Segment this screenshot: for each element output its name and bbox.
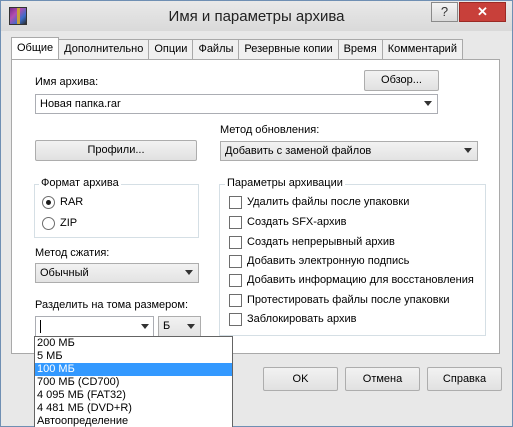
split-option-auto[interactable]: Автоопределение xyxy=(35,415,232,427)
split-option-fat32[interactable]: 4 095 МБ (FAT32) xyxy=(35,389,232,402)
split-volumes-label: Разделить на тома размером: xyxy=(35,299,189,311)
archive-name-field[interactable]: Новая папка.rar xyxy=(35,94,438,114)
archive-dialog: Имя и параметры архива ? ✕ Общие Дополни… xyxy=(0,0,513,427)
compression-method-label: Метод сжатия: xyxy=(35,247,110,259)
archive-format-title: Формат архива xyxy=(39,177,121,189)
chevron-down-icon[interactable] xyxy=(141,323,149,329)
compression-method-value: Обычный xyxy=(40,267,89,279)
update-method-value: Добавить с заменой файлов xyxy=(225,145,372,157)
test-after-packing-checkbox[interactable] xyxy=(229,294,242,307)
format-zip-label: ZIP xyxy=(60,217,78,229)
tab-bar: Общие Дополнительно Опции Файлы Резервны… xyxy=(11,37,463,59)
split-option-dvdr[interactable]: 4 481 МБ (DVD+R) xyxy=(35,402,232,415)
archiving-params-title: Параметры архивации xyxy=(225,177,345,189)
chevron-down-icon xyxy=(185,270,193,275)
chevron-down-icon xyxy=(424,101,432,106)
general-tab-panel: Имя архива: Обзор... Новая папка.rar Мет… xyxy=(11,59,500,354)
cancel-button[interactable]: Отмена xyxy=(345,367,420,391)
create-sfx-label: Создать SFX-архив xyxy=(247,216,347,228)
tab-general[interactable]: Общие xyxy=(11,37,60,59)
lock-archive-checkbox[interactable] xyxy=(229,313,242,326)
format-rar-radio[interactable] xyxy=(42,196,55,209)
archive-format-group xyxy=(34,184,199,238)
chevron-down-icon xyxy=(464,148,472,153)
lock-archive-label: Заблокировать архив xyxy=(247,313,357,325)
tab-options[interactable]: Опции xyxy=(148,39,194,59)
format-rar-label: RAR xyxy=(60,196,84,208)
split-unit-value: Б xyxy=(163,320,171,332)
solid-archive-label: Создать непрерывный архив xyxy=(247,236,395,248)
browse-button[interactable]: Обзор... xyxy=(364,70,439,91)
tab-advanced[interactable]: Дополнительно xyxy=(58,39,150,59)
split-unit-select[interactable]: Б xyxy=(158,316,201,337)
archive-name-label: Имя архива: xyxy=(35,76,99,88)
archive-name-value: Новая папка.rar xyxy=(40,98,121,110)
title-bar[interactable]: Имя и параметры архива ? ✕ xyxy=(1,1,512,31)
recovery-record-checkbox[interactable] xyxy=(229,274,242,287)
split-option-100mb[interactable]: 100 МБ xyxy=(35,363,232,376)
split-option-200mb[interactable]: 200 МБ xyxy=(35,337,232,350)
update-method-label: Метод обновления: xyxy=(220,124,320,136)
create-sfx-checkbox[interactable] xyxy=(229,216,242,229)
tab-backup[interactable]: Резервные копии xyxy=(238,39,339,59)
titlebar-help-button[interactable]: ? xyxy=(431,2,458,22)
digital-signature-label: Добавить электронную подпись xyxy=(247,255,410,267)
delete-after-packing-label: Удалить файлы после упаковки xyxy=(247,196,410,208)
close-button[interactable]: ✕ xyxy=(459,2,506,22)
split-size-input[interactable] xyxy=(35,316,154,337)
update-method-select[interactable]: Добавить с заменой файлов xyxy=(220,141,478,161)
digital-signature-checkbox[interactable] xyxy=(229,255,242,268)
solid-archive-checkbox[interactable] xyxy=(229,236,242,249)
split-option-cd700[interactable]: 700 МБ (CD700) xyxy=(35,376,232,389)
text-cursor xyxy=(40,319,41,333)
chevron-down-icon xyxy=(187,323,195,329)
recovery-record-label: Добавить информацию для восстановления xyxy=(247,274,474,286)
test-after-packing-label: Протестировать файлы после упаковки xyxy=(247,294,450,306)
tab-comment[interactable]: Комментарий xyxy=(381,39,463,59)
tab-files[interactable]: Файлы xyxy=(192,39,240,59)
split-option-5mb[interactable]: 5 МБ xyxy=(35,350,232,363)
help-button[interactable]: Справка xyxy=(427,367,502,391)
profiles-button[interactable]: Профили... xyxy=(35,140,197,161)
format-zip-radio[interactable] xyxy=(42,217,55,230)
tab-time[interactable]: Время xyxy=(337,39,383,59)
ok-button[interactable]: OK xyxy=(263,367,338,391)
compression-method-select[interactable]: Обычный xyxy=(35,263,199,283)
delete-after-packing-checkbox[interactable] xyxy=(229,196,242,209)
split-size-dropdown: 200 МБ 5 МБ 100 МБ 700 МБ (CD700) 4 095 … xyxy=(34,336,233,427)
